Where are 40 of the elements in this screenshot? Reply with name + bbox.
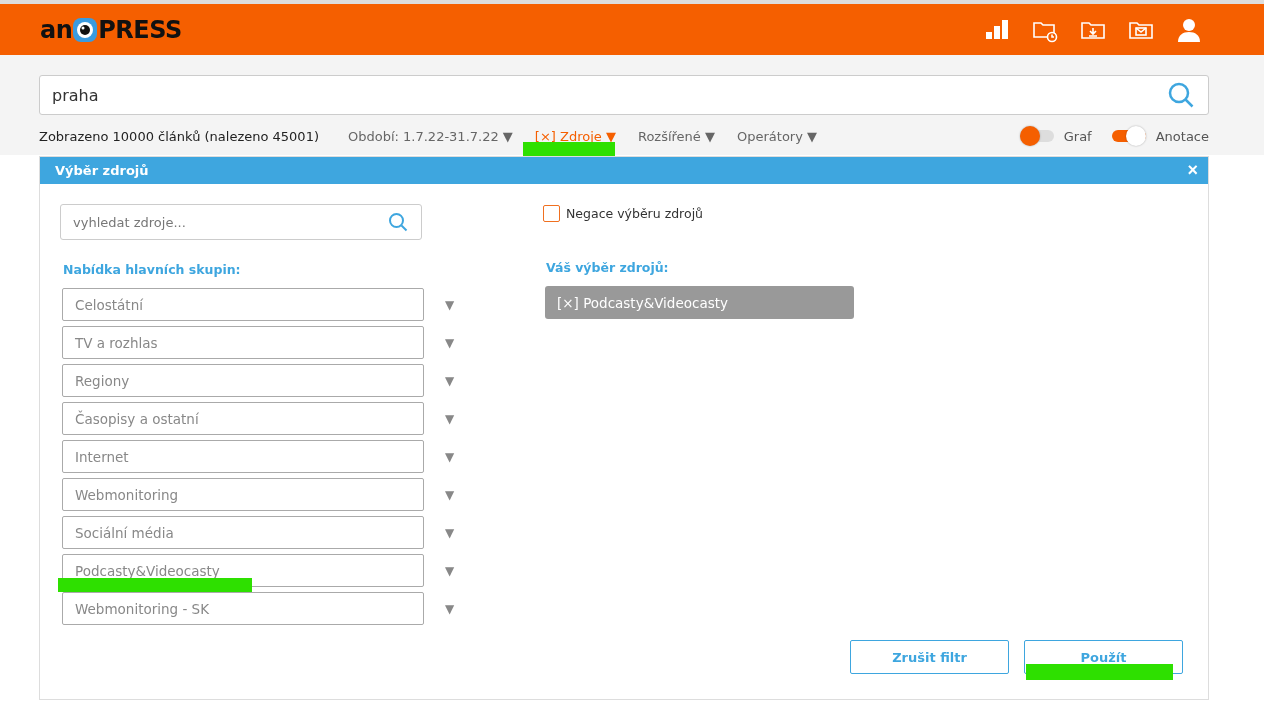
expand-caret[interactable]: ▼ (445, 487, 455, 502)
expand-caret[interactable]: ▼ (445, 563, 455, 578)
expand-caret[interactable]: ▼ (445, 525, 455, 540)
group-select[interactable]: Časopisy a ostatní (62, 402, 424, 435)
group-select[interactable]: Celostátní (62, 288, 424, 321)
logo-text: PRESS (98, 15, 182, 44)
group-select[interactable]: Webmonitoring (62, 478, 424, 511)
group-select[interactable]: Webmonitoring - SK (62, 592, 424, 625)
expand-caret[interactable]: ▼ (445, 297, 455, 312)
dialog-title: Výběr zdrojů (55, 163, 149, 178)
group-select[interactable]: Internet (62, 440, 424, 473)
toggle-label: Graf (1063, 128, 1092, 144)
group-select[interactable]: Sociální média (62, 516, 424, 549)
source-search-field[interactable]: vyhledat zdroje... (60, 204, 422, 240)
selected-source-chip[interactable]: [×] Podcasty&Videocasty (545, 286, 854, 319)
close-button[interactable]: × (1187, 160, 1198, 181)
filter-dropdown[interactable]: Rozšířené ▼ (637, 128, 715, 144)
toggle-label: Anotace (1155, 128, 1209, 144)
section-heading: Nabídka hlavních skupin: (63, 262, 242, 277)
eye-logo-icon (72, 16, 99, 43)
search-field[interactable]: praha (39, 75, 1209, 115)
section-heading: Váš výběr zdrojů: (546, 260, 670, 275)
negation-checkbox[interactable] (543, 205, 560, 222)
expand-caret[interactable]: ▼ (445, 449, 455, 464)
clear-filter-button[interactable]: Zrušit filtr (850, 640, 1009, 674)
logo-text: an (40, 15, 73, 44)
user-icon[interactable] (1176, 16, 1202, 43)
search-icon[interactable] (1167, 81, 1195, 109)
group-select[interactable]: TV a rozhlas (62, 326, 424, 359)
result-count: Zobrazeno 10000 článků (nalezeno 45001) (39, 128, 319, 144)
search-icon[interactable] (388, 212, 408, 232)
filter-dropdown[interactable]: Operátory ▼ (737, 128, 818, 144)
expand-caret[interactable]: ▼ (445, 335, 455, 350)
group-select[interactable]: Regiony (62, 364, 424, 397)
filter-dropdown[interactable]: [×] Zdroje ▼ (534, 128, 616, 144)
checkbox-label: Negace výběru zdrojů (566, 206, 704, 221)
filter-dropdown[interactable]: Období: 1.7.22-31.7.22 ▼ (348, 128, 513, 144)
expand-caret[interactable]: ▼ (445, 601, 455, 616)
expand-caret[interactable]: ▼ (445, 373, 455, 388)
expand-caret[interactable]: ▼ (445, 411, 455, 426)
